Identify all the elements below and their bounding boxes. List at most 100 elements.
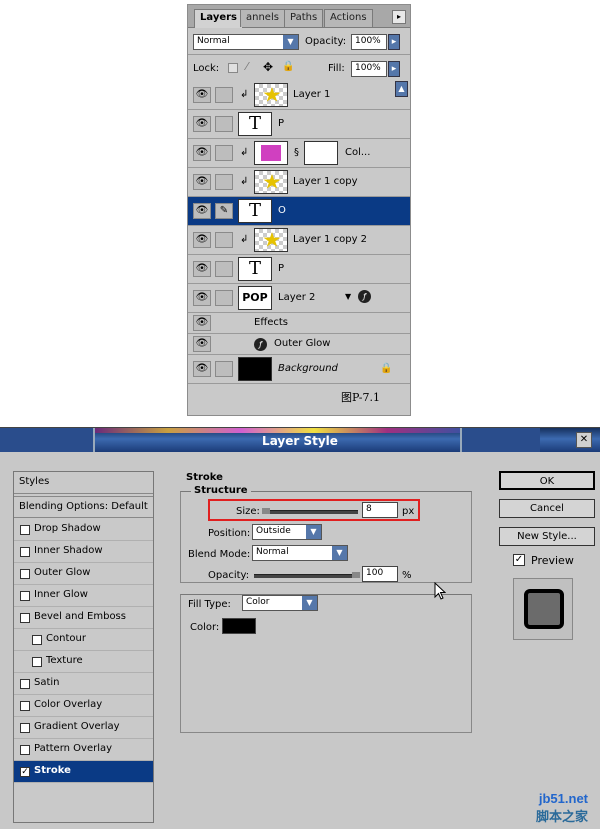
checkbox[interactable] <box>20 745 30 755</box>
style-item-inner-shadow[interactable]: Inner Shadow <box>14 541 153 563</box>
layer-row-layer1-copy2[interactable]: 👁 ↲ Layer 1 copy 2 <box>188 226 410 255</box>
cancel-button[interactable]: Cancel <box>499 499 595 518</box>
layer-row-o-selected[interactable]: 👁 ✎ T O <box>188 197 410 226</box>
eye-icon[interactable]: 👁 <box>193 116 211 132</box>
clip-arrow-icon: ↲ <box>240 89 249 100</box>
opacity-input[interactable]: 100 <box>362 566 398 582</box>
checkbox[interactable] <box>20 679 30 689</box>
checkbox[interactable] <box>32 657 42 667</box>
eye-icon[interactable]: 👁 <box>193 315 211 331</box>
checkbox[interactable] <box>20 569 30 579</box>
style-item-satin[interactable]: Satin <box>14 673 153 695</box>
stroke-section-title: Stroke <box>186 472 223 483</box>
style-item-bevel-emboss[interactable]: Bevel and Emboss <box>14 607 153 629</box>
checkbox[interactable] <box>20 591 30 601</box>
fill-type-select[interactable]: Color ▼ <box>242 595 318 611</box>
link-cell[interactable] <box>215 261 233 277</box>
layer-row-background[interactable]: 👁 Background 🔒 <box>188 355 410 384</box>
checkbox[interactable] <box>20 723 30 733</box>
eye-icon[interactable]: 👁 <box>193 261 211 277</box>
tab-channels[interactable]: annels <box>240 9 285 27</box>
link-cell[interactable] <box>215 290 233 306</box>
link-cell[interactable] <box>215 361 233 377</box>
eye-icon[interactable]: 👁 <box>193 87 211 103</box>
scroll-up-arrow-icon[interactable]: ▲ <box>395 81 408 97</box>
new-style-button[interactable]: New Style... <box>499 527 595 546</box>
layer-row-layer1[interactable]: 👁 ↲ Layer 1 <box>188 81 410 110</box>
fill-input[interactable]: 100% <box>351 61 387 77</box>
style-item-color-overlay[interactable]: Color Overlay <box>14 695 153 717</box>
tab-actions[interactable]: Actions <box>324 9 373 27</box>
styles-header[interactable]: Styles <box>14 472 153 494</box>
mouse-pointer-icon <box>434 582 446 600</box>
eye-icon[interactable]: 👁 <box>193 290 211 306</box>
eye-icon[interactable]: 👁 <box>193 145 211 161</box>
stroke-color-swatch[interactable] <box>222 618 256 634</box>
panel-menu-button[interactable]: ▸ <box>392 10 406 24</box>
checkbox[interactable] <box>32 635 42 645</box>
layer-name: P <box>278 118 285 129</box>
link-cell[interactable] <box>215 145 233 161</box>
eye-icon[interactable]: 👁 <box>193 361 211 377</box>
layer-row-p1[interactable]: 👁 T P <box>188 110 410 139</box>
checkbox[interactable] <box>20 701 30 711</box>
lock-brush-icon[interactable]: ⁄ <box>246 60 248 73</box>
layer-thumbnail <box>254 83 288 107</box>
link-cell[interactable] <box>215 87 233 103</box>
lock-transparency-icon[interactable] <box>228 63 238 73</box>
opacity-arrow-icon[interactable]: ▸ <box>388 34 400 50</box>
color-label: Color: <box>190 622 220 633</box>
fill-type-group <box>180 594 472 733</box>
eye-icon[interactable]: 👁 <box>193 232 211 248</box>
link-cell[interactable] <box>215 116 233 132</box>
tab-paths[interactable]: Paths <box>284 9 324 27</box>
layer-row-p2[interactable]: 👁 T P <box>188 255 410 284</box>
fx-icon[interactable]: ƒ <box>358 290 371 303</box>
position-select[interactable]: Outside ▼ <box>252 524 322 540</box>
style-item-inner-glow[interactable]: Inner Glow <box>14 585 153 607</box>
close-icon[interactable]: ✕ <box>576 432 592 448</box>
link-cell[interactable] <box>215 232 233 248</box>
clip-arrow-icon: ↲ <box>240 176 249 187</box>
checkbox-checked[interactable]: ✓ <box>20 767 30 777</box>
lock-move-icon[interactable]: ✥ <box>263 60 273 74</box>
eye-icon[interactable]: 👁 <box>193 203 211 219</box>
eye-icon[interactable]: 👁 <box>193 174 211 190</box>
expand-triangle-icon[interactable]: ▼ <box>345 292 351 301</box>
brush-icon[interactable]: ✎ <box>215 203 233 219</box>
layer-row-color-fill[interactable]: 👁 ↲ § Col... <box>188 139 410 168</box>
style-item-pattern-overlay[interactable]: Pattern Overlay <box>14 739 153 761</box>
blend-mode-select[interactable]: Normal ▼ <box>252 545 348 561</box>
link-cell[interactable] <box>215 174 233 190</box>
tab-layers[interactable]: Layers <box>194 9 243 28</box>
outer-glow-effect-row[interactable]: 👁 ƒ Outer Glow <box>188 334 410 355</box>
preview-checkbox[interactable]: ✓ <box>513 554 525 566</box>
opacity-slider-knob[interactable] <box>352 572 360 578</box>
chain-link-icon[interactable]: § <box>294 147 299 158</box>
star-image-icon <box>263 87 281 102</box>
style-item-outer-glow[interactable]: Outer Glow <box>14 563 153 585</box>
layer-name: Background <box>278 363 338 374</box>
style-item-gradient-overlay[interactable]: Gradient Overlay <box>14 717 153 739</box>
checkbox[interactable] <box>20 547 30 557</box>
blending-options-item[interactable]: Blending Options: Default <box>14 496 153 518</box>
style-item-contour[interactable]: Contour <box>14 629 153 651</box>
opacity-slider[interactable] <box>254 574 358 578</box>
fill-arrow-icon[interactable]: ▸ <box>388 61 400 77</box>
blend-mode-select[interactable]: Normal ▼ <box>193 34 299 50</box>
checkbox[interactable] <box>20 525 30 535</box>
position-label: Position: <box>208 528 251 539</box>
background-thumbnail <box>238 357 272 381</box>
style-item-drop-shadow[interactable]: Drop Shadow <box>14 519 153 541</box>
effects-row[interactable]: 👁 Effects <box>188 313 410 334</box>
lock-all-icon[interactable]: 🔒 <box>282 61 294 72</box>
style-item-stroke[interactable]: ✓ Stroke <box>14 761 153 783</box>
style-item-texture[interactable]: Texture <box>14 651 153 673</box>
checkbox[interactable] <box>20 613 30 623</box>
layer-row-layer2[interactable]: 👁 POP Layer 2 ▼ ƒ <box>188 284 410 313</box>
layer-name: Layer 1 <box>293 89 331 100</box>
layer-row-layer1-copy[interactable]: 👁 ↲ Layer 1 copy <box>188 168 410 197</box>
ok-button[interactable]: OK <box>499 471 595 490</box>
eye-icon[interactable]: 👁 <box>193 336 211 352</box>
opacity-input[interactable]: 100% <box>351 34 387 50</box>
